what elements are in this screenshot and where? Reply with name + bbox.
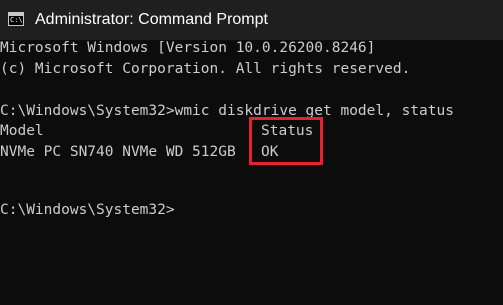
column-header-model: Model [0, 123, 44, 139]
console-output[interactable]: Microsoft Windows [Version 10.0.26200.82… [0, 40, 503, 305]
command-prompt-line: C:\Windows\System32> [0, 202, 175, 218]
disk-model-value: NVMe PC SN740 NVMe WD 512GB [0, 144, 236, 160]
icon-glyph: C:\ [10, 16, 23, 24]
status-highlight-box [249, 117, 323, 165]
command-prompt-icon: C:\ [8, 12, 24, 26]
banner-version-line: Microsoft Windows [Version 10.0.26200.82… [0, 40, 376, 56]
command-line: C:\Windows\System32>wmic diskdrive get m… [0, 103, 454, 119]
banner-copyright-line: (c) Microsoft Corporation. All rights re… [0, 61, 411, 77]
window-title: Administrator: Command Prompt [35, 11, 268, 28]
title-bar[interactable]: C:\ Administrator: Command Prompt [0, 0, 503, 40]
command-prompt-window: C:\ Administrator: Command Prompt Micros… [0, 0, 503, 305]
